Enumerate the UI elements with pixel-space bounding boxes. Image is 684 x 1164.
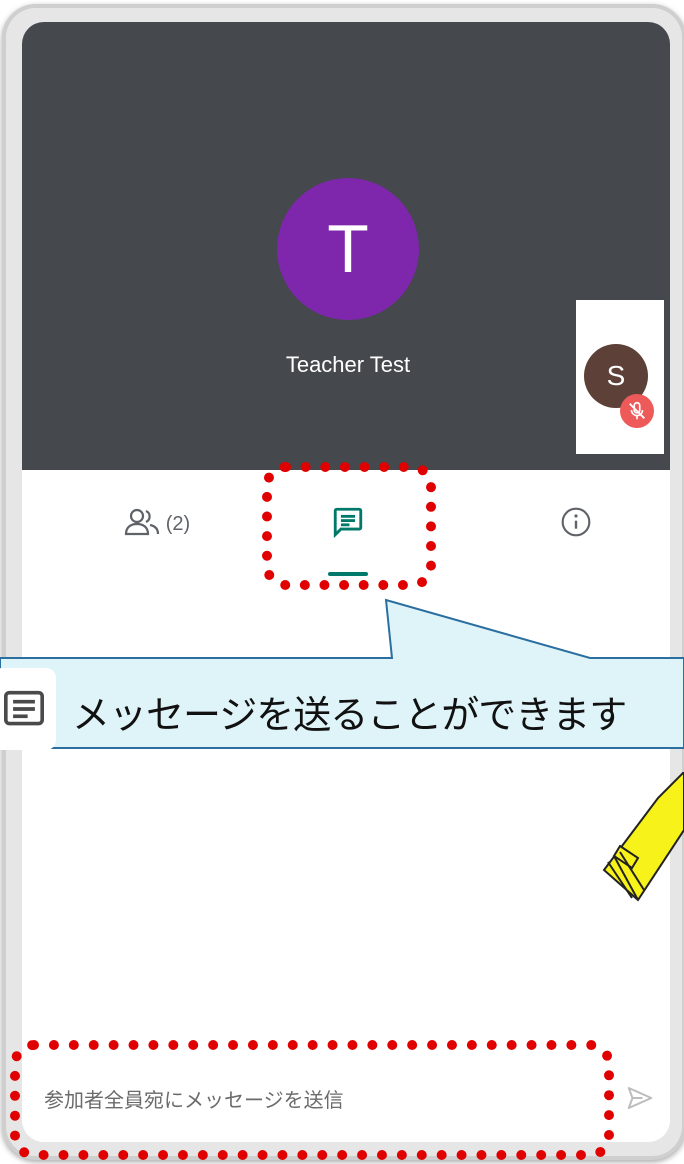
send-icon: [625, 1083, 655, 1117]
message-compose-bar: [22, 1058, 670, 1142]
callout-text: メッセージを送ることができます: [72, 692, 627, 737]
tab-bar: (2): [22, 470, 670, 590]
tab-people[interactable]: (2): [102, 494, 212, 554]
chat-icon: [0, 668, 56, 750]
main-participant-initial: T: [327, 211, 369, 287]
tab-chat[interactable]: [318, 494, 378, 554]
self-initial: S: [606, 360, 626, 391]
people-icon: [124, 507, 160, 541]
tab-info[interactable]: [546, 494, 606, 554]
mic-off-icon: [620, 394, 654, 428]
meet-screen: T Teacher Test S (2) 参加者全員宛にメッセージを送信: [22, 22, 670, 1142]
video-area: T Teacher Test S: [22, 22, 670, 470]
selected-tab-indicator: [328, 572, 368, 576]
people-count: (2): [165, 512, 191, 535]
screenshot-root: T Teacher Test S (2) 参加者全員宛にメッセージを送信 メッセ…: [0, 0, 684, 1164]
message-input[interactable]: [44, 1088, 604, 1112]
main-participant-avatar: T: [277, 178, 419, 320]
chat-icon: [331, 505, 365, 543]
main-participant-name: Teacher Test: [285, 352, 411, 377]
info-icon: [560, 506, 592, 542]
send-button[interactable]: [620, 1080, 660, 1120]
self-preview-tile[interactable]: S: [576, 300, 664, 454]
chat-message-area: [22, 590, 670, 1060]
